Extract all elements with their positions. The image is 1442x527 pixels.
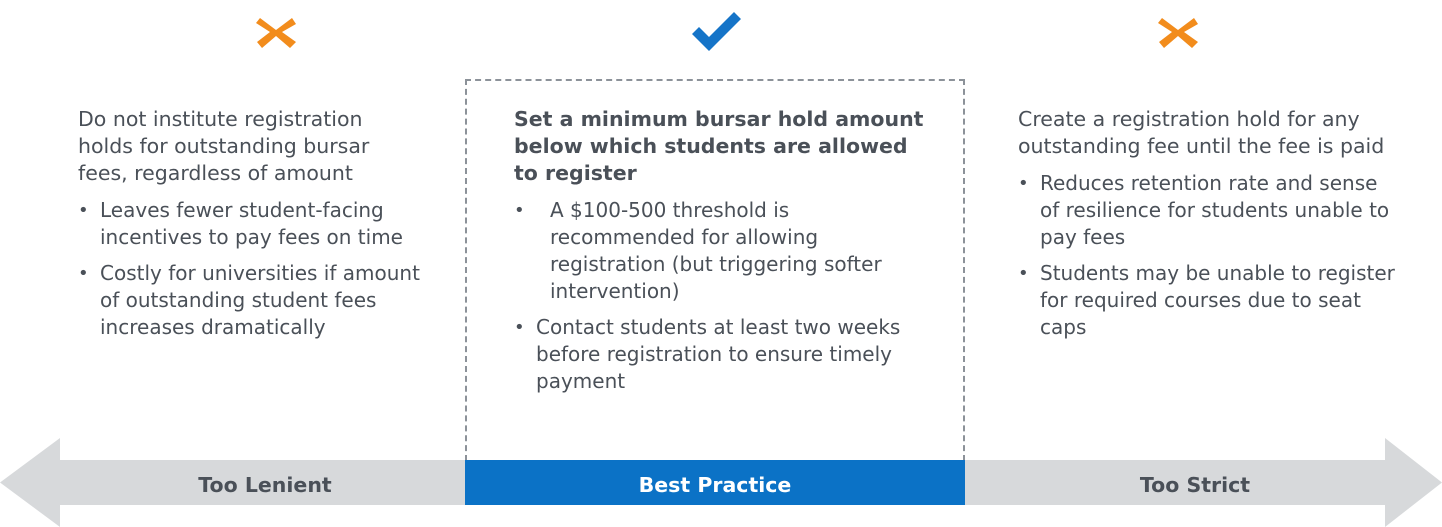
list-item: • Costly for universities if amount of ou… — [78, 260, 423, 341]
best-practice-column: Set a minimum bursar hold amount below w… — [514, 106, 934, 404]
too-strict-label: Too Strict — [1139, 473, 1251, 497]
too-lenient-heading: Do not institute registration holds for … — [78, 107, 370, 185]
bullet-text: Costly for universities if amount of out… — [100, 261, 420, 339]
best-practice-bullets: • A $100-500 threshold is recommended for… — [514, 197, 934, 395]
best-practice-label: Best Practice — [638, 473, 792, 497]
check-icon — [688, 10, 744, 54]
too-strict-heading: Create a registration hold for any outst… — [1018, 107, 1385, 158]
list-item: • Reduces retention rate and sense of res… — [1018, 170, 1398, 251]
bullet-icon: • — [514, 317, 525, 338]
cross-icon — [1150, 10, 1206, 54]
bullet-text: Reduces retention rate and sense of resi… — [1040, 171, 1390, 249]
bullet-text: Contact students at least two weeks befo… — [536, 315, 901, 393]
too-lenient-column: Do not institute registration holds for … — [78, 106, 423, 350]
bullet-text: Students may be unable to register for r… — [1040, 261, 1395, 339]
bullet-icon: • — [514, 200, 525, 221]
list-item: • Contact students at least two weeks bef… — [514, 314, 934, 395]
bullet-icon: • — [78, 263, 89, 284]
best-practice-heading: Set a minimum bursar hold amount below w… — [514, 107, 924, 185]
list-item: • Students may be unable to register for … — [1018, 260, 1398, 341]
bullet-icon: • — [1018, 173, 1029, 194]
bullet-icon: • — [1018, 263, 1029, 284]
cross-icon — [248, 10, 304, 54]
bullet-text: A $100-500 threshold is recommended for … — [550, 198, 882, 303]
bullet-text: Leaves fewer student-facing incentives t… — [100, 198, 403, 249]
bullet-icon: • — [78, 200, 89, 221]
too-strict-bullets: • Reduces retention rate and sense of res… — [1018, 170, 1398, 341]
too-lenient-label: Too Lenient — [198, 473, 332, 497]
list-item: • Leaves fewer student-facing incentives … — [78, 197, 423, 251]
too-lenient-bullets: • Leaves fewer student-facing incentives … — [78, 197, 423, 341]
too-strict-column: Create a registration hold for any outst… — [1018, 106, 1398, 350]
list-item: • A $100-500 threshold is recommended for… — [514, 197, 934, 305]
